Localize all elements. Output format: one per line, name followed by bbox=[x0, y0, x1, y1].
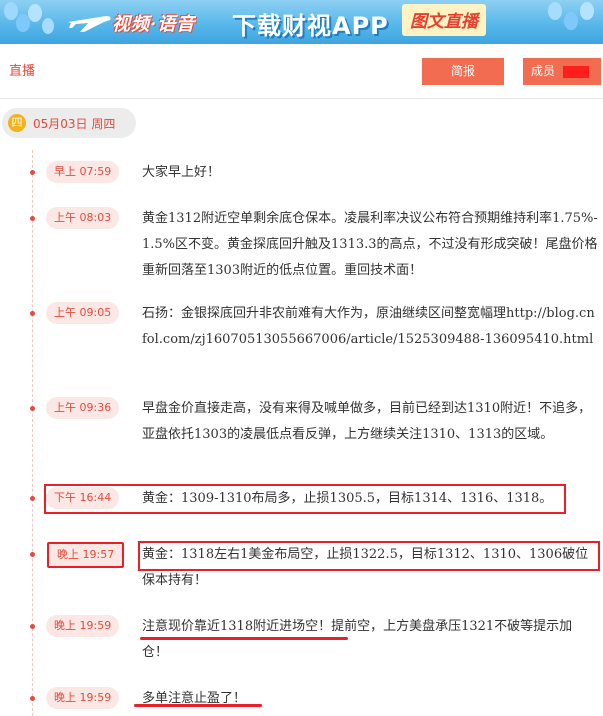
time-tag: 晚上 19:57 bbox=[47, 542, 125, 568]
banner-download-text: 下载财视APP bbox=[232, 12, 389, 40]
entry-text: 黄金：1318左右1美金布局空，止损1322.5，目标1312、1310、130… bbox=[142, 547, 589, 588]
timeline-dot bbox=[30, 624, 35, 629]
entry-text: 早盘金价直接走高，没有来得及喊单做多，目前已经到达1310附近！不追多，亚盘依托… bbox=[142, 401, 592, 442]
entry-text: 多单注意止盈了！ bbox=[142, 691, 247, 706]
balloon-icon bbox=[580, 2, 594, 20]
time-tag: 上午 09:05 bbox=[46, 302, 120, 324]
annotation-underline bbox=[140, 637, 348, 640]
timeline-dot bbox=[30, 311, 35, 316]
timeline-dot bbox=[30, 696, 35, 701]
annotation-underline bbox=[134, 704, 262, 707]
timeline-line bbox=[32, 150, 33, 716]
time-tag: 上午 09:36 bbox=[46, 397, 120, 419]
balloon-icon bbox=[42, 18, 54, 34]
airplane-icon bbox=[68, 16, 111, 32]
time-tag: 上午 08:03 bbox=[46, 207, 120, 229]
weekday-badge: 四 bbox=[8, 114, 26, 132]
time-tag: 晚上 19:59 bbox=[46, 687, 120, 709]
entry-text: 注意现价靠近1318附近进场空！提前空，上方美盘承压1321不破等提示加仓！ bbox=[142, 619, 573, 660]
live-tab[interactable]: 直播 bbox=[9, 60, 35, 79]
time-tag: 晚上 19:59 bbox=[46, 615, 120, 637]
balloon-icon bbox=[28, 4, 42, 22]
balloon-icon bbox=[548, 2, 562, 20]
member-button[interactable]: 成员 bbox=[523, 58, 601, 85]
entry-text: 黄金：1309-1310布局多，止损1305.5，目标1314、1316、131… bbox=[142, 491, 553, 506]
redacted-mark bbox=[563, 66, 589, 78]
entry-text: 黄金1312附近空单剩余底仓保本。凌晨利率决议公布符合预期维持利率1.75%-1… bbox=[142, 211, 598, 278]
timeline-dot bbox=[30, 406, 35, 411]
date-label: 05月03日 周四 bbox=[33, 117, 116, 131]
timeline-dot bbox=[30, 552, 35, 557]
entry-text: 石扬：金银探底回升非农前难有大作为，原油继续区间整宽幅理http://blog.… bbox=[142, 306, 595, 347]
balloon-icon bbox=[4, 2, 18, 20]
live-header: 直播 简报 成员 bbox=[0, 44, 603, 99]
time-tag: 早上 07:59 bbox=[46, 161, 120, 183]
member-button-label: 成员 bbox=[531, 64, 556, 78]
app-download-banner[interactable]: 视频·语音 下载财视APP 图文直播 bbox=[0, 0, 603, 44]
banner-slogan: 视频·语音 bbox=[112, 14, 196, 35]
brief-button[interactable]: 简报 bbox=[422, 58, 504, 85]
timeline-dot bbox=[30, 170, 35, 175]
balloon-icon bbox=[564, 12, 578, 30]
time-tag: 下午 16:44 bbox=[46, 487, 120, 509]
timeline-dot bbox=[30, 496, 35, 501]
banner-live-label: 图文直播 bbox=[402, 4, 486, 36]
entry-text: 大家早上好！ bbox=[142, 165, 221, 180]
timeline-dot bbox=[30, 216, 35, 221]
date-pill: 四 05月03日 周四 bbox=[2, 108, 136, 138]
